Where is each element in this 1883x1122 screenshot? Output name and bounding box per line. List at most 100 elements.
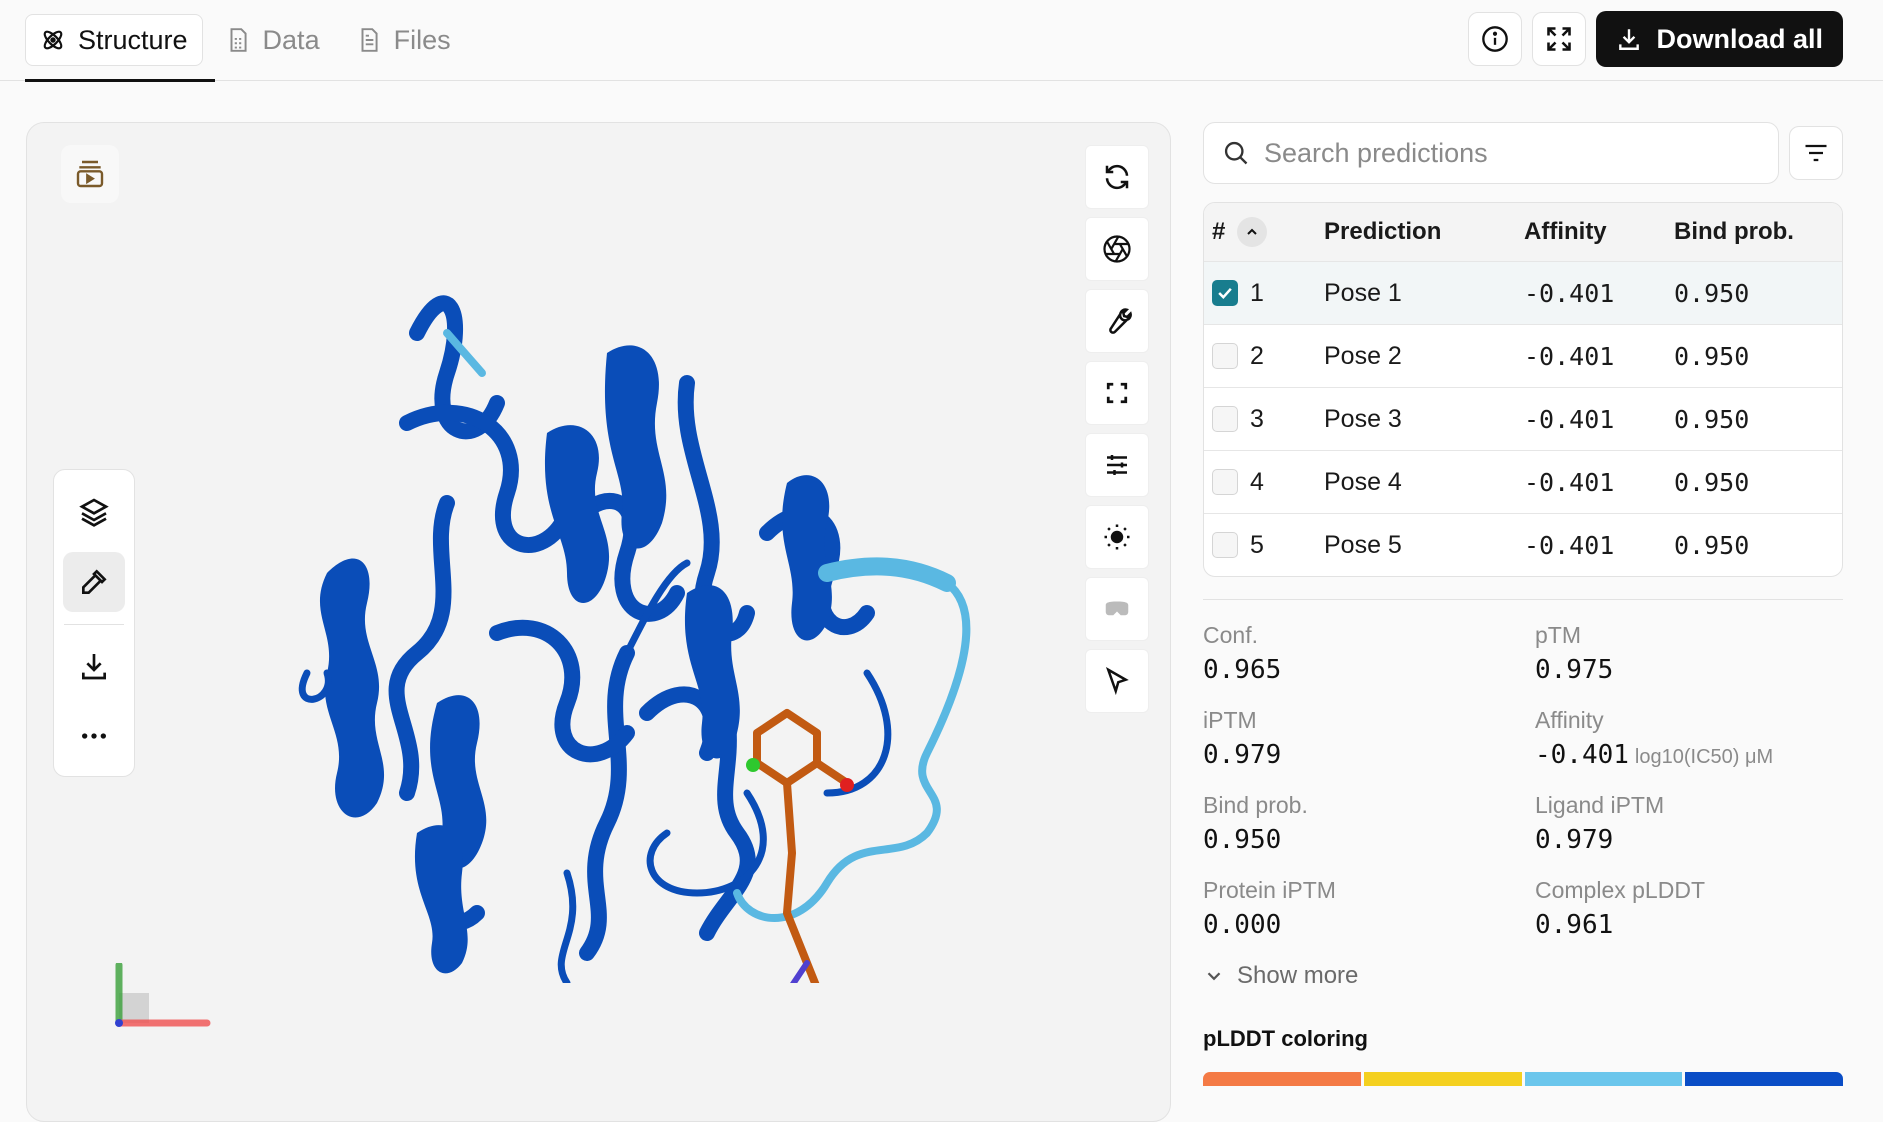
- check-icon: [1218, 287, 1232, 299]
- row-bind-prob: 0.950: [1674, 467, 1750, 497]
- header-index[interactable]: #: [1204, 217, 1324, 247]
- row-checkbox[interactable]: [1212, 280, 1238, 306]
- metric-iptm: iPTM 0.979: [1203, 707, 1535, 770]
- row-index: 5: [1250, 530, 1264, 559]
- wrench-icon: [1109, 308, 1132, 334]
- search-input[interactable]: Search predictions: [1203, 122, 1779, 184]
- row-bind-prob: 0.950: [1674, 278, 1750, 308]
- row-prediction: Pose 4: [1324, 467, 1402, 496]
- color-picker-button[interactable]: [63, 551, 125, 612]
- table-row[interactable]: 2 Pose 2 -0.401 0.950: [1204, 324, 1842, 387]
- tab-structure[interactable]: Structure: [25, 14, 203, 66]
- axes-gizmo: [115, 963, 211, 1027]
- metric-label: Conf.: [1203, 622, 1258, 648]
- refresh-icon: [1105, 164, 1129, 190]
- metric-conf: Conf. 0.965: [1203, 622, 1535, 685]
- lighting-button[interactable]: [1085, 505, 1149, 569]
- show-more-label: Show more: [1237, 962, 1359, 989]
- filter-icon: [1805, 144, 1827, 162]
- metric-ptm: pTM 0.975: [1535, 622, 1835, 685]
- search-row: Search predictions: [1203, 122, 1843, 184]
- tab-files[interactable]: Files: [342, 14, 465, 66]
- row-affinity: -0.401: [1524, 467, 1615, 497]
- plddt-color-bar: [1203, 1072, 1843, 1086]
- aperture-icon: [1103, 235, 1131, 263]
- viewer-download-button[interactable]: [63, 637, 125, 697]
- info-button[interactable]: [1468, 12, 1523, 66]
- sort-button[interactable]: [1237, 217, 1268, 247]
- table-row[interactable]: 4 Pose 4 -0.401 0.950: [1204, 450, 1842, 513]
- metric-protein-iptm: Protein iPTM 0.000: [1203, 877, 1535, 940]
- row-affinity: -0.401: [1524, 341, 1615, 371]
- tools-button[interactable]: [1085, 289, 1149, 353]
- header-affinity[interactable]: Affinity: [1524, 218, 1674, 246]
- viewer-right-toolbar: [1085, 145, 1149, 713]
- play-stack-icon: [76, 160, 104, 188]
- plddt-segment: [1524, 1072, 1683, 1086]
- table-row[interactable]: 3 Pose 3 -0.401 0.950: [1204, 387, 1842, 450]
- download-all-button[interactable]: Download all: [1596, 11, 1843, 67]
- file-icon: [361, 28, 378, 52]
- select-mode-button[interactable]: [1085, 649, 1149, 713]
- info-icon: [1482, 26, 1509, 52]
- animation-button[interactable]: [61, 145, 119, 203]
- layers-button[interactable]: [63, 482, 125, 542]
- metric-value: 0.950: [1203, 825, 1282, 855]
- download-all-label: Download all: [1656, 23, 1823, 54]
- row-bind-prob: 0.950: [1674, 530, 1750, 560]
- row-prediction: Pose 5: [1324, 530, 1402, 559]
- rotate-button[interactable]: [1085, 145, 1149, 209]
- more-options-button[interactable]: [63, 706, 125, 766]
- cursor-icon: [1105, 666, 1129, 696]
- table-row[interactable]: 1 Pose 1 -0.401 0.950: [1204, 261, 1842, 324]
- plddt-segment: [1363, 1072, 1522, 1086]
- fullscreen-button[interactable]: [1532, 12, 1587, 66]
- table-header-row: # Prediction Affinity Bind prob.: [1204, 203, 1842, 261]
- predictions-panel: Search predictions # Prediction Affinity…: [1203, 122, 1843, 1086]
- plddt-segment: [1203, 1072, 1361, 1086]
- metric-label: Affinity: [1535, 707, 1604, 733]
- download-icon: [1619, 29, 1640, 50]
- row-checkbox[interactable]: [1212, 406, 1238, 432]
- settings-button[interactable]: [1085, 433, 1149, 497]
- filter-button[interactable]: [1789, 126, 1843, 180]
- metric-value: 0.979: [1535, 825, 1614, 855]
- tab-data[interactable]: Data: [211, 14, 334, 66]
- table-row[interactable]: 5 Pose 5 -0.401 0.950: [1204, 513, 1842, 576]
- metric-label: Ligand iPTM: [1535, 792, 1665, 818]
- metric-label: Complex pLDDT: [1535, 877, 1705, 903]
- structure-viewer[interactable]: [26, 122, 1171, 1122]
- row-checkbox[interactable]: [1212, 532, 1238, 558]
- protein-structure-render[interactable]: [267, 233, 1027, 983]
- row-checkbox[interactable]: [1212, 469, 1238, 495]
- metric-label: Protein iPTM: [1203, 877, 1336, 903]
- fullscreen-icon: [1547, 27, 1572, 51]
- active-tab-indicator: [25, 79, 215, 82]
- metric-ligand-iptm: Ligand iPTM 0.979: [1535, 792, 1835, 855]
- snapshot-button[interactable]: [1085, 217, 1149, 281]
- row-checkbox[interactable]: [1212, 343, 1238, 369]
- metric-value: 0.979: [1203, 740, 1282, 770]
- header-prediction[interactable]: Prediction: [1324, 218, 1524, 246]
- plddt-segment: [1685, 1072, 1843, 1086]
- frame-icon: [1106, 382, 1128, 404]
- metric-label: iPTM: [1203, 707, 1257, 733]
- reset-view-button[interactable]: [1085, 361, 1149, 425]
- metric-value: 0.965: [1203, 655, 1282, 685]
- vr-headset-icon: [1105, 601, 1129, 616]
- top-actions: Download all: [1468, 11, 1843, 67]
- show-more-button[interactable]: Show more: [1203, 962, 1843, 990]
- metric-label: Bind prob.: [1203, 792, 1308, 818]
- metric-value: -0.401: [1535, 740, 1629, 770]
- tab-structure-label: Structure: [78, 24, 188, 55]
- data-file-icon: [230, 28, 247, 52]
- metric-affinity: Affinity -0.401 log10(IC50) μM: [1535, 707, 1835, 770]
- top-bar: Structure Data Files Download all: [0, 0, 1883, 82]
- row-prediction: Pose 3: [1324, 404, 1402, 433]
- metric-unit: log10(IC50) μM: [1634, 746, 1774, 768]
- row-index: 1: [1250, 278, 1264, 307]
- predictions-table: # Prediction Affinity Bind prob. 1 Pose …: [1203, 202, 1843, 577]
- layers-icon: [79, 498, 109, 527]
- vr-button[interactable]: [1085, 577, 1149, 641]
- header-bind-prob[interactable]: Bind prob.: [1674, 218, 1842, 246]
